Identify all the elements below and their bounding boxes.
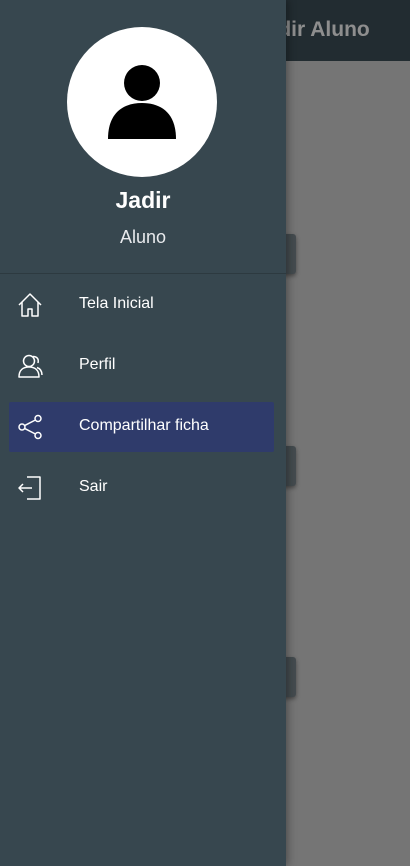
logout-icon	[18, 476, 41, 500]
navigation-drawer: Jadir Aluno Tela Inicial Perfil Comparti…	[0, 0, 286, 866]
home-icon	[18, 293, 42, 317]
user-name: Jadir	[115, 187, 171, 213]
user-role: Aluno	[119, 227, 167, 247]
menu-item-perfil[interactable]: Perfil	[9, 341, 274, 391]
avatar[interactable]	[67, 27, 217, 177]
menu-item-label: Compartilhar ficha	[79, 417, 209, 434]
users-icon	[18, 354, 43, 378]
drawer-header: Jadir Aluno	[0, 0, 286, 274]
menu-item-label: Sair	[79, 478, 108, 495]
menu-item-compartilhar-ficha[interactable]: Compartilhar ficha	[9, 402, 274, 452]
menu-item-tela-inicial[interactable]: Tela Inicial	[9, 280, 274, 330]
menu-item-label: Perfil	[79, 356, 116, 373]
share-icon	[18, 414, 42, 440]
person-icon	[108, 65, 176, 139]
menu-item-sair[interactable]: Sair	[9, 463, 274, 513]
menu-item-label: Tela Inicial	[79, 295, 154, 312]
